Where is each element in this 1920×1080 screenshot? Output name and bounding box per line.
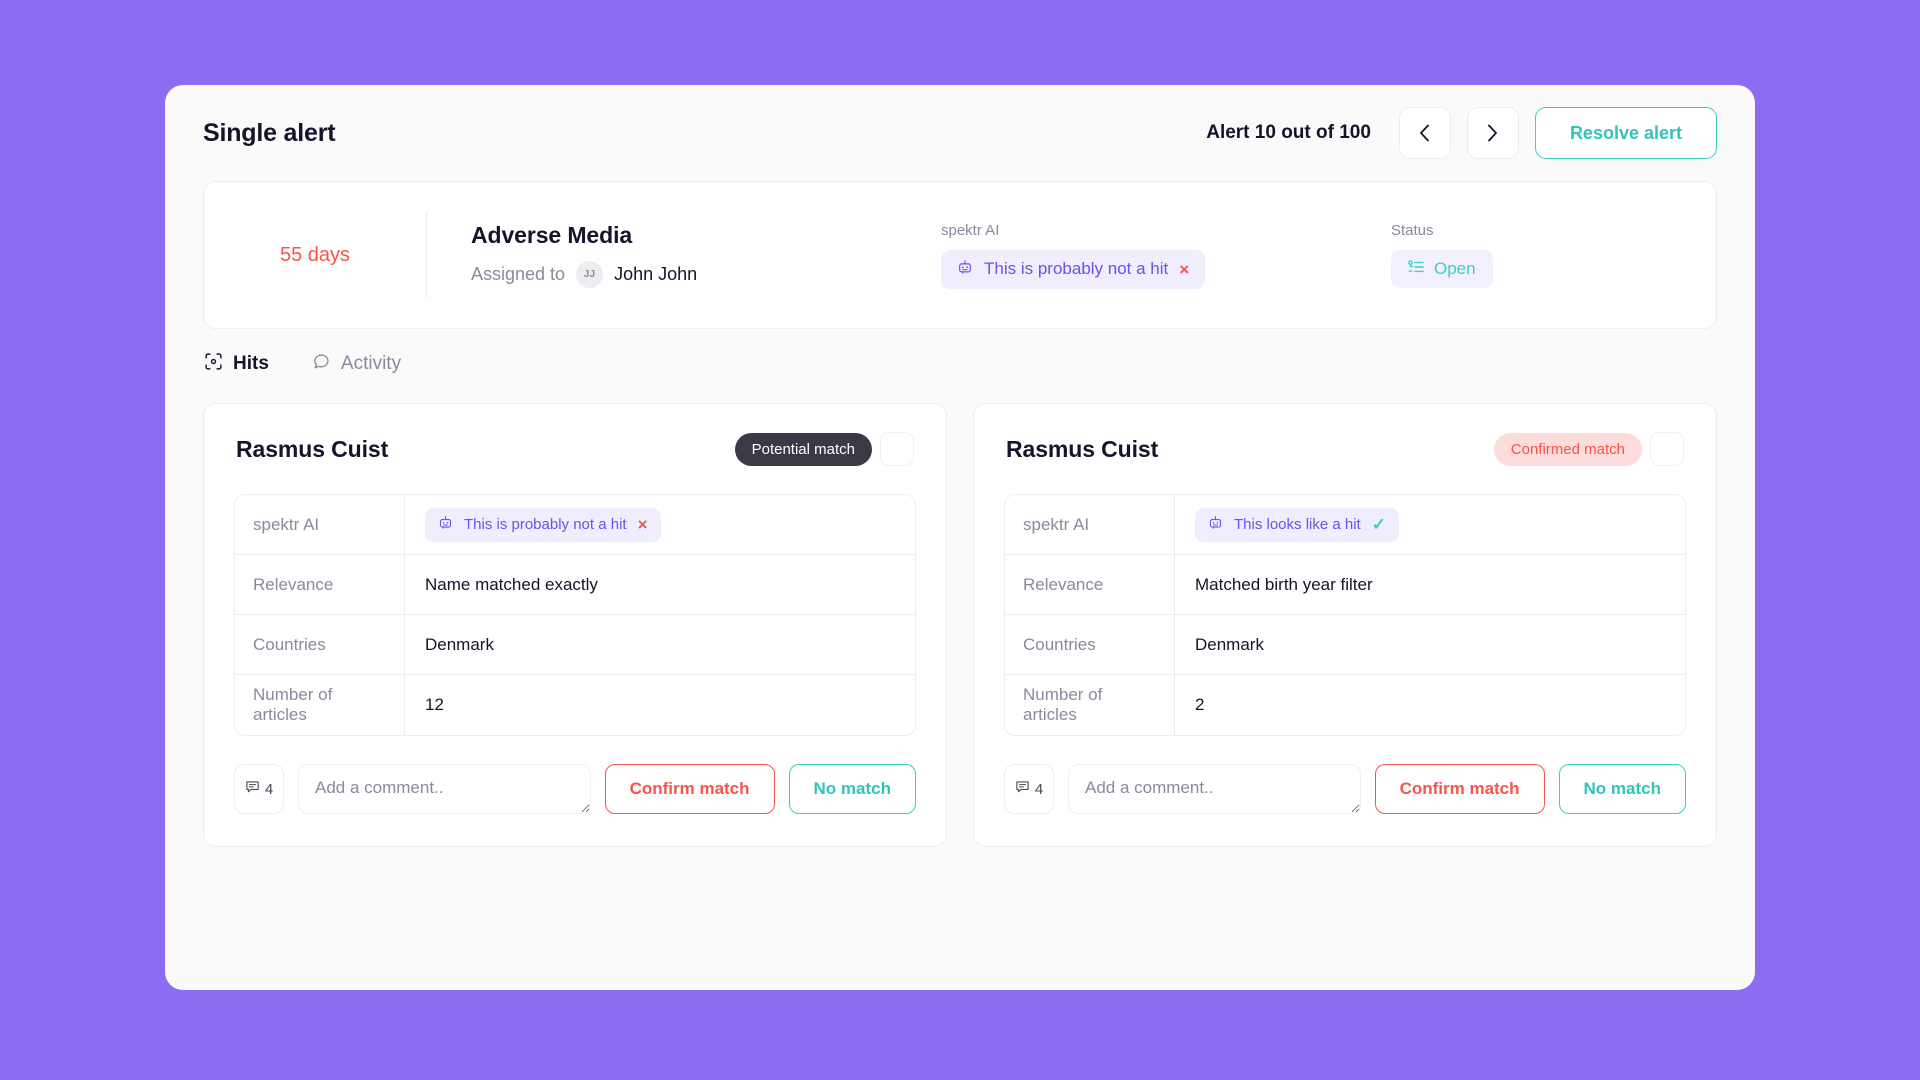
- spektr-ai-verdict-pill[interactable]: This is probably not a hit ×: [941, 249, 1206, 289]
- alert-type: Adverse Media: [471, 222, 633, 248]
- comment-count-value: 4: [1034, 780, 1044, 798]
- hit-card-footer: 4 Confirm match No match: [1004, 764, 1686, 814]
- table-row-key: spektr AI: [1005, 495, 1175, 554]
- table-row-key: spektr AI: [235, 495, 405, 554]
- no-match-button[interactable]: No match: [788, 764, 916, 814]
- table-row-key: Number of articles: [1005, 675, 1175, 735]
- hit-card-header: Rasmus Cuist Confirmed match: [1004, 432, 1686, 466]
- robot-icon: [1208, 515, 1223, 535]
- comment-input[interactable]: [1068, 764, 1361, 814]
- more-options-icon[interactable]: [1650, 432, 1684, 466]
- status-badge[interactable]: Potential match: [734, 432, 872, 466]
- robot-icon: [438, 515, 453, 535]
- previous-alert-button[interactable]: [1398, 107, 1451, 159]
- confirm-match-button[interactable]: Confirm match: [604, 764, 775, 814]
- spektr-ai-verdict-text: This is probably not a hit: [984, 259, 1169, 278]
- hit-card-header: Rasmus Cuist Potential match: [234, 432, 916, 466]
- tab-hits[interactable]: Hits: [205, 353, 269, 375]
- table-row: spektr AI: [1005, 495, 1685, 555]
- table-row-value: Name matched exactly: [425, 574, 598, 594]
- table-row-value: Denmark: [1195, 634, 1264, 654]
- robot-icon: [957, 259, 973, 280]
- resolve-alert-button[interactable]: Resolve alert: [1534, 107, 1717, 159]
- spektr-ai-verdict-text: This looks like a hit: [1234, 516, 1361, 533]
- close-x-icon[interactable]: ×: [1179, 261, 1189, 278]
- avatar: JJ: [576, 261, 604, 288]
- table-row-value: This looks like a hit ✓: [1175, 495, 1685, 554]
- table-row-value: 2: [1195, 695, 1205, 714]
- chevron-left-icon: [1419, 124, 1430, 142]
- spektr-ai-verdict-text: This is probably not a hit: [464, 516, 627, 533]
- hit-header-actions: Potential match: [734, 432, 914, 466]
- comment-bubble-icon: [245, 779, 260, 799]
- hit-detail-table: spektr AI: [1004, 494, 1686, 736]
- close-x-icon[interactable]: ×: [638, 516, 648, 533]
- table-row: Number of articles 12: [235, 675, 915, 735]
- assignee-name: John John: [614, 264, 698, 284]
- hit-header-actions: Confirmed match: [1493, 432, 1684, 466]
- tab-bar: Hits Activity: [203, 329, 1717, 399]
- hit-name: Rasmus Cuist: [236, 435, 389, 462]
- assigned-to-label: Assigned to: [471, 264, 566, 284]
- confirm-match-button[interactable]: Confirm match: [1374, 764, 1545, 814]
- table-row-value: Matched birth year filter: [1195, 574, 1373, 594]
- comment-input[interactable]: [298, 764, 591, 814]
- status-badge[interactable]: Confirmed match: [1493, 432, 1642, 466]
- table-row: Relevance Name matched exactly: [235, 555, 915, 615]
- assignee-row: Assigned to JJ John John: [471, 261, 941, 288]
- table-row-key: Relevance: [1005, 555, 1175, 614]
- scan-focus-icon: [205, 353, 222, 375]
- hit-card: Rasmus Cuist Potential match spektr AI T…: [203, 403, 947, 847]
- table-row-value: Denmark: [425, 634, 494, 654]
- table-row: Relevance Matched birth year filter: [1005, 555, 1685, 615]
- hit-name: Rasmus Cuist: [1006, 435, 1159, 462]
- days-open-value: 55 days: [279, 243, 351, 266]
- tab-activity-label: Activity: [340, 353, 402, 374]
- table-row: Countries Denmark: [1005, 615, 1685, 675]
- table-row-key: Countries: [235, 615, 405, 674]
- more-options-icon[interactable]: [880, 432, 914, 466]
- table-row-value: 12: [425, 695, 444, 714]
- comment-bubble-icon: [1015, 779, 1030, 799]
- alert-type-block: Adverse Media Assigned to JJ John John: [471, 222, 941, 288]
- tab-activity[interactable]: Activity: [313, 353, 401, 375]
- days-open-cell: 55 days: [204, 182, 426, 328]
- page-header: Single alert Alert 10 out of 100 Resolve…: [203, 85, 1717, 181]
- spektr-ai-verdict-pill[interactable]: This is probably not a hit ×: [425, 507, 661, 542]
- spektr-ai-label: spektr AI: [941, 221, 1000, 239]
- table-row: Countries Denmark: [235, 615, 915, 675]
- header-controls: Alert 10 out of 100 Resolve alert: [1206, 107, 1717, 159]
- alert-counter: Alert 10 out of 100: [1206, 122, 1371, 143]
- summary-content: Adverse Media Assigned to JJ John John s…: [427, 182, 1716, 328]
- next-alert-button[interactable]: [1466, 107, 1519, 159]
- page-title: Single alert: [203, 118, 336, 147]
- status-list-icon: [1408, 259, 1424, 279]
- hit-card: Rasmus Cuist Confirmed match spektr AI T…: [973, 403, 1717, 847]
- alert-panel: Single alert Alert 10 out of 100 Resolve…: [165, 85, 1755, 990]
- spektr-ai-verdict-pill[interactable]: This looks like a hit ✓: [1195, 507, 1399, 542]
- table-row-value: This is probably not a hit ×: [405, 495, 915, 554]
- table-row-key: Countries: [1005, 615, 1175, 674]
- table-row-key: Relevance: [235, 555, 405, 614]
- hit-detail-table: spektr AI: [234, 494, 916, 736]
- comment-count-button[interactable]: 4: [234, 764, 284, 814]
- check-icon[interactable]: ✓: [1372, 516, 1386, 533]
- status-value: Open: [1434, 259, 1476, 278]
- spektr-ai-block: spektr AI This is probably not a hit ×: [941, 222, 1391, 289]
- tab-hits-label: Hits: [233, 353, 269, 374]
- hit-cards-row: Rasmus Cuist Potential match spektr AI T…: [203, 403, 1717, 847]
- comment-count-button[interactable]: 4: [1004, 764, 1054, 814]
- comment-count-value: 4: [264, 780, 274, 798]
- comment-bubble-icon: [313, 353, 330, 375]
- status-label: Status: [1391, 222, 1434, 239]
- hit-card-footer: 4 Confirm match No match: [234, 764, 916, 814]
- no-match-button[interactable]: No match: [1558, 764, 1686, 814]
- alert-summary-card: 55 days Adverse Media Assigned to JJ Joh…: [203, 181, 1717, 329]
- status-block: Status Open: [1391, 222, 1493, 288]
- table-row: Number of articles 2: [1005, 675, 1685, 735]
- status-badge[interactable]: Open: [1391, 250, 1493, 288]
- table-row-key: Number of articles: [235, 675, 405, 735]
- chevron-right-icon: [1487, 124, 1498, 142]
- table-row: spektr AI: [235, 495, 915, 555]
